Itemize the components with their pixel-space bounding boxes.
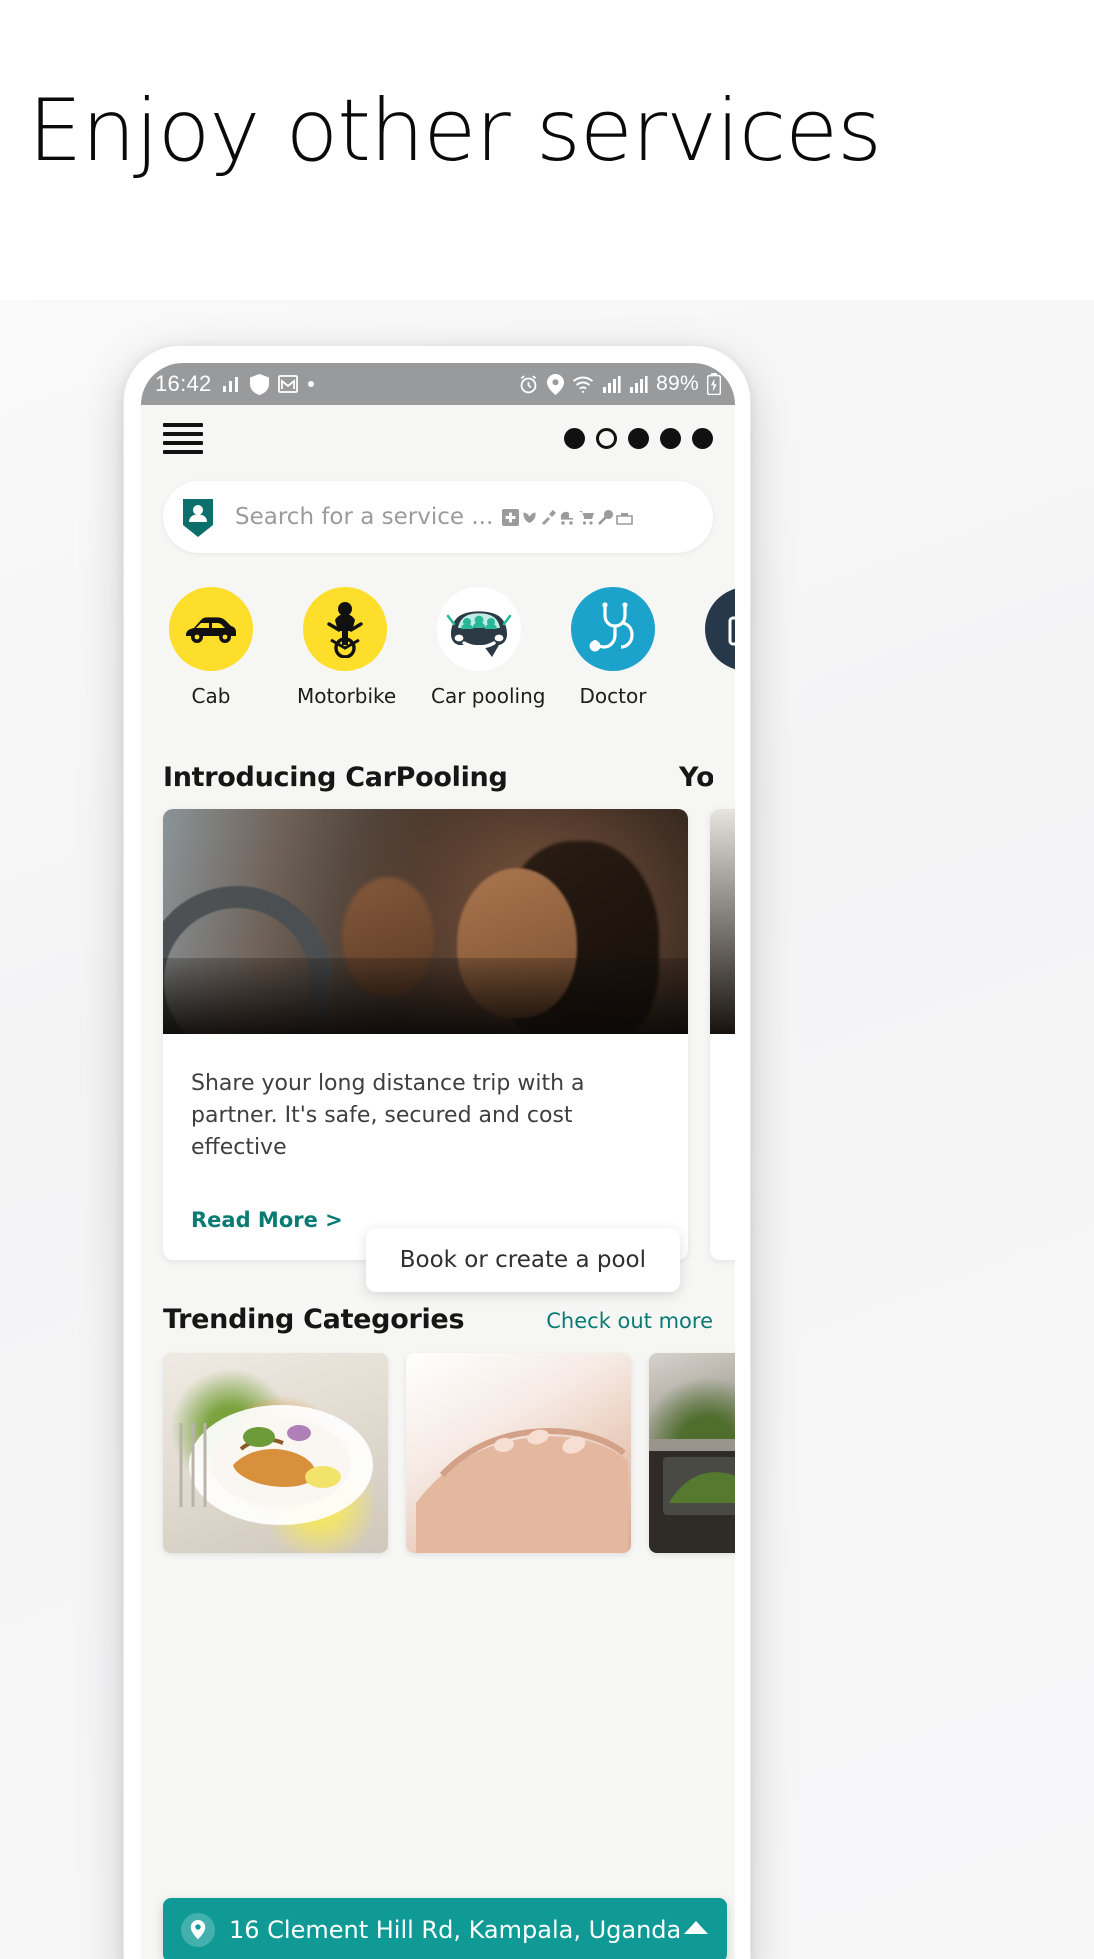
carpool-card-body: Share your long distance trip with a par… [163, 1034, 688, 1260]
shield-icon [249, 373, 269, 395]
category-item-cab[interactable]: Cab [163, 587, 259, 708]
search-placeholder-label: Search for a service ... [235, 504, 494, 530]
category-label: Cab [191, 684, 231, 708]
status-bar: 16:42 89% [141, 363, 735, 405]
search-service-glyphs [502, 508, 634, 526]
shopping-cart-icon [579, 510, 595, 525]
category-label: Doctor [579, 684, 647, 708]
chevron-up-icon[interactable] [683, 1919, 709, 1942]
hamburger-menu-icon[interactable] [163, 422, 203, 454]
laundry-icon [728, 616, 735, 646]
category-item-carpooling[interactable]: Car pooling [431, 587, 546, 708]
wifi-icon [572, 375, 594, 394]
phone-mockup: 16:42 89% Search for a service ... Cab M… [123, 345, 751, 1959]
manicure-hands-art [416, 1427, 628, 1553]
carpool-card-image [163, 809, 688, 1034]
toolbox-icon [616, 512, 634, 525]
page-dot[interactable] [692, 427, 713, 449]
carpool-icon [446, 611, 512, 657]
section-title: Introducing CarPooling [163, 762, 508, 793]
food-plate-thumbnail[interactable] [163, 1352, 388, 1553]
motorbike-icon-circle[interactable] [303, 587, 387, 671]
location-pin-icon [181, 1913, 215, 1947]
trending-thumbnail-row[interactable] [141, 1335, 735, 1553]
car-icon [186, 617, 236, 643]
cab-icon-circle[interactable] [169, 587, 253, 671]
category-label: La [699, 684, 735, 708]
search-placeholder-text: Search for a service ... [235, 504, 634, 530]
book-or-create-pool-button[interactable]: Book or create a pool [365, 1227, 680, 1292]
category-label: Motorbike [297, 684, 397, 708]
app-topbar [141, 405, 735, 471]
profile-pin-icon[interactable] [183, 499, 213, 537]
signal-bars-icon [221, 374, 241, 394]
status-bar-left: 16:42 [155, 371, 315, 397]
location-bar[interactable]: 16 Clement Hill Rd, Kampala, Uganda [163, 1898, 727, 1959]
location-address: 16 Clement Hill Rd, Kampala, Uganda [229, 1916, 682, 1944]
laundry-icon-circle[interactable] [705, 587, 735, 671]
doctor-icon-circle[interactable] [571, 587, 655, 671]
motorbike-icon [327, 602, 363, 658]
next-section-title-peek: Yo [679, 762, 713, 793]
check-out-more-link[interactable]: Check out more [546, 1309, 713, 1333]
buffet-tray-art [649, 1438, 735, 1553]
category-item-laundry[interactable]: La [699, 587, 735, 708]
wrench-icon [598, 509, 614, 525]
carpool-icon-circle[interactable] [437, 587, 521, 671]
next-card-image-peek [710, 809, 735, 1034]
category-list[interactable]: Cab Motorbike Car pooling Doctor [141, 553, 735, 718]
medical-icon [502, 508, 520, 526]
battery-icon [707, 373, 721, 395]
page-dot-active[interactable] [596, 427, 617, 449]
dot-icon [307, 380, 315, 388]
signal-bars-icon [602, 375, 621, 394]
gmail-icon [277, 375, 298, 393]
status-time: 16:42 [155, 371, 212, 396]
stethoscope-icon [589, 602, 634, 652]
category-label: Car pooling [431, 684, 546, 708]
manicure-hands-thumbnail[interactable] [406, 1352, 631, 1553]
phone-screen: 16:42 89% Search for a service ... Cab M… [141, 363, 735, 1959]
status-bar-right: 89% [518, 372, 721, 396]
location-icon [547, 373, 565, 395]
buffet-tray-thumbnail[interactable] [649, 1352, 735, 1553]
page-dot[interactable] [564, 427, 585, 449]
search-section: Search for a service ... [141, 471, 735, 553]
page-indicator[interactable] [564, 427, 713, 449]
next-card-peek[interactable] [710, 809, 735, 1260]
promo-headline: Enjoy other services [28, 81, 882, 181]
carpool-section-header: Introducing CarPooling Yo [141, 718, 735, 793]
page-dot[interactable] [628, 427, 649, 449]
carpool-card-row[interactable]: Book or create a pool Share your long di… [141, 793, 735, 1292]
carpool-card[interactable]: Book or create a pool Share your long di… [163, 809, 688, 1292]
alarm-icon [518, 374, 539, 395]
category-item-doctor[interactable]: Doctor [565, 587, 661, 708]
battery-percent: 89% [656, 372, 699, 395]
page-dot[interactable] [660, 427, 681, 449]
cleaning-icon [542, 509, 557, 525]
food-plate-art [179, 1404, 373, 1525]
search-bar[interactable]: Search for a service ... [163, 481, 713, 553]
section-title: Trending Categories [163, 1303, 465, 1335]
category-item-motorbike[interactable]: Motorbike [297, 587, 397, 708]
carpool-card-description: Share your long distance trip with a par… [191, 1071, 585, 1160]
spa-icon [523, 512, 536, 523]
stroller-icon [561, 511, 574, 525]
signal-bars-icon [629, 375, 648, 394]
app-content: Search for a service ... Cab Motorbike C… [141, 405, 735, 1959]
image-dark-overlay [163, 957, 688, 1034]
